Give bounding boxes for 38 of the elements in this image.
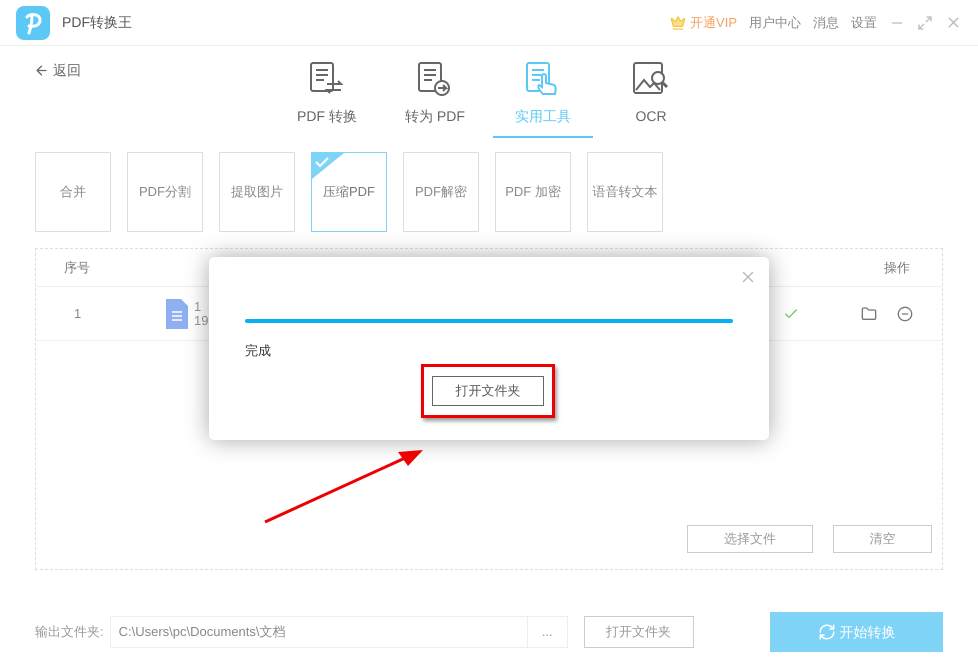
tool-card[interactable]: 压缩PDF bbox=[311, 152, 387, 232]
header-link[interactable]: 消息 bbox=[813, 12, 839, 32]
document-icon bbox=[166, 298, 188, 328]
header-link[interactable]: 用户中心 bbox=[749, 12, 801, 32]
status-text: 完成 bbox=[245, 342, 271, 360]
tool-card[interactable]: PDF 加密 bbox=[495, 152, 571, 232]
maximize-icon[interactable] bbox=[917, 14, 933, 30]
nav-tab[interactable]: OCR bbox=[601, 60, 701, 138]
column-header: 操作 bbox=[884, 258, 910, 277]
tool-card[interactable]: 语音转文本 bbox=[587, 152, 663, 232]
folder-icon[interactable] bbox=[861, 306, 877, 322]
file-name: 1 bbox=[194, 300, 202, 314]
browse-button[interactable]: ... bbox=[526, 617, 567, 647]
vip-link[interactable]: 开通VIP bbox=[690, 12, 737, 32]
tool-card[interactable]: 提取图片 bbox=[219, 152, 295, 232]
nav-tab[interactable]: PDF 转换 bbox=[277, 60, 377, 138]
window-title: PDF转换王 bbox=[62, 13, 132, 32]
output-label: 输出文件夹: bbox=[35, 623, 104, 642]
header-link[interactable]: 设置 bbox=[851, 12, 877, 32]
select-file-button[interactable]: 选择文件 bbox=[687, 525, 813, 553]
tool-card[interactable]: PDF解密 bbox=[403, 152, 479, 232]
tool-card[interactable]: 合并 bbox=[35, 152, 111, 232]
refresh-icon bbox=[818, 623, 836, 641]
back-link[interactable]: 返回 bbox=[34, 60, 81, 81]
check-corner-icon bbox=[312, 153, 344, 179]
app-logo-icon bbox=[16, 6, 50, 40]
nav-tab[interactable]: 实用工具 bbox=[493, 60, 593, 138]
open-folder-button[interactable]: 打开文件夹 bbox=[432, 376, 544, 406]
column-header: 序号 bbox=[64, 258, 90, 277]
remove-icon[interactable] bbox=[897, 306, 913, 322]
nav-tab[interactable]: 转为 PDF bbox=[385, 60, 485, 138]
tool-card[interactable]: PDF分割 bbox=[127, 152, 203, 232]
file-size: 19 bbox=[194, 314, 208, 328]
crown-icon bbox=[670, 14, 686, 30]
row-index: 1 bbox=[74, 304, 82, 323]
output-path-field[interactable]: C:\Users\pc\Documents\文档 ... bbox=[110, 616, 568, 648]
clear-button[interactable]: 清空 bbox=[833, 525, 932, 553]
open-folder-button[interactable]: 打开文件夹 bbox=[584, 616, 694, 648]
